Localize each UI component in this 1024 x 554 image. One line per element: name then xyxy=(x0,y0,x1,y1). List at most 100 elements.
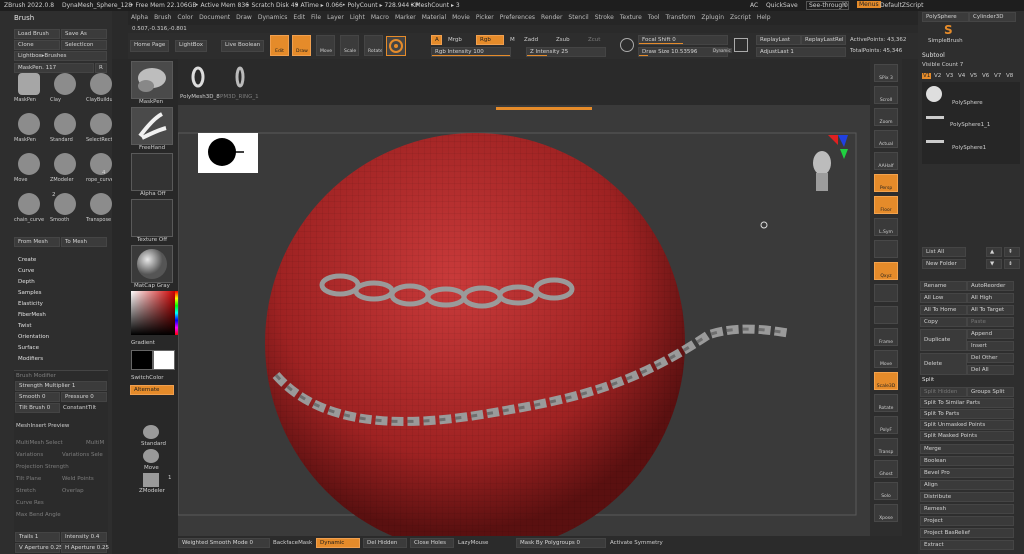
brush-move-icon[interactable] xyxy=(18,153,40,175)
rename-button[interactable]: Rename xyxy=(920,281,967,291)
view-ghost-icon[interactable]: Ghost xyxy=(874,460,898,478)
view-actual-icon[interactable]: Actual xyxy=(874,130,898,148)
multimesh-select[interactable]: MultiMesh Select xyxy=(16,440,63,446)
move-button[interactable]: Move xyxy=(316,35,335,56)
version-tab-v6[interactable]: V6 xyxy=(982,73,989,79)
subtool-section-title[interactable]: Subtool xyxy=(922,52,945,59)
stretch-toggle[interactable]: Stretch xyxy=(16,488,36,494)
move-brush-icon[interactable] xyxy=(143,449,159,463)
primary-color-swatch[interactable] xyxy=(131,350,153,370)
meshinsert-preview-button[interactable]: MeshInsert Preview xyxy=(16,423,69,429)
switch-color-button[interactable]: SwitchColor xyxy=(131,375,164,381)
version-tab-v8[interactable]: V8 xyxy=(1006,73,1013,79)
brush-claybuildup-icon[interactable] xyxy=(90,73,112,95)
section-fibermesh[interactable]: FiberMesh xyxy=(18,312,46,318)
scale-button[interactable]: Scale xyxy=(340,35,359,56)
brush-zmodeler-icon[interactable] xyxy=(54,153,76,175)
smooth-slider[interactable]: Smooth 0 xyxy=(15,392,60,402)
project-basrelief-button[interactable]: Project BasRelief xyxy=(920,528,1014,538)
view-scroll-icon[interactable]: Scroll xyxy=(874,86,898,104)
all-to-home-button[interactable]: All To Home xyxy=(920,305,967,315)
view-persp-icon[interactable]: Persp xyxy=(874,174,898,192)
align-button[interactable]: Align xyxy=(920,480,1014,490)
section-create[interactable]: Create xyxy=(18,257,36,263)
projection-strength-slider[interactable]: Projection Strength xyxy=(16,464,69,470)
split-similar-button[interactable]: Split To Similar Parts xyxy=(920,398,1014,408)
lightbox-brushes-button[interactable]: Lightbox▸Brushes xyxy=(14,51,107,61)
constant-tilt-toggle[interactable]: ConstantTilt xyxy=(63,405,96,411)
live-boolean-button[interactable]: Live Boolean xyxy=(221,40,265,52)
view-polyf-icon[interactable]: PolyF xyxy=(874,416,898,434)
groups-split-button[interactable]: Groups Split xyxy=(967,387,1014,397)
intensity-slider[interactable]: Intensity 0.4 xyxy=(61,532,107,542)
append-button[interactable]: Append xyxy=(967,329,1014,339)
texture-thumb[interactable] xyxy=(131,199,173,237)
menu-stroke[interactable]: Stroke xyxy=(595,14,614,21)
view-l-sym-icon[interactable]: L.Sym xyxy=(874,218,898,236)
rgb-intensity-slider[interactable]: Rgb Intensity 100 xyxy=(431,47,511,57)
load-brush-button[interactable]: Load Brush xyxy=(14,29,60,39)
section-samples[interactable]: Samples xyxy=(18,290,42,296)
brush-maskpen-icon[interactable] xyxy=(18,113,40,135)
zcut-toggle[interactable]: Zcut xyxy=(588,37,600,43)
menus-button[interactable]: Menus xyxy=(857,1,881,8)
alpha-thumb[interactable] xyxy=(131,153,173,191)
brush-selectrect-icon[interactable] xyxy=(90,113,112,135)
menu-stencil[interactable]: Stencil xyxy=(568,14,588,21)
menu-marker[interactable]: Marker xyxy=(395,14,416,21)
dynamic-toggle[interactable]: Dynamic xyxy=(712,48,732,53)
view-floor-icon[interactable]: Floor xyxy=(874,196,898,214)
menu-zplugin[interactable]: Zplugin xyxy=(701,14,724,21)
lightbox-button[interactable]: LightBox xyxy=(175,40,207,52)
move-down-double-icon[interactable]: ⇟ xyxy=(1004,259,1020,269)
pressure-slider[interactable]: Pressure 0 xyxy=(61,392,107,402)
focal-shift-slider[interactable]: Focal Shift 0 xyxy=(638,35,728,45)
variations-select[interactable]: Variations Sele xyxy=(62,452,103,458)
edit-button[interactable]: Edit xyxy=(270,35,289,56)
brush-rope-curve-v1-icon[interactable] xyxy=(90,153,112,175)
copy-button[interactable]: Copy xyxy=(920,317,967,327)
menu-layer[interactable]: Layer xyxy=(327,14,344,21)
simplebrush-icon[interactable]: S xyxy=(944,23,958,37)
split-section-title[interactable]: Split xyxy=(922,377,934,383)
paste-button[interactable]: Paste xyxy=(967,317,1014,327)
ring-thumb-2[interactable] xyxy=(232,65,248,89)
select-icon-button[interactable]: SelectIcon xyxy=(61,40,107,50)
color-picker[interactable] xyxy=(131,291,181,335)
version-tab-v1[interactable]: V1 xyxy=(922,73,932,79)
view-button-11-icon[interactable] xyxy=(874,306,898,324)
zadd-toggle[interactable]: Zadd xyxy=(524,37,538,43)
clone-button[interactable]: Clone xyxy=(14,40,60,50)
see-through-slider[interactable]: See-through xyxy=(806,1,849,10)
version-tab-v7[interactable]: V7 xyxy=(994,73,1001,79)
menu-macro[interactable]: Macro xyxy=(371,14,389,21)
remesh-button[interactable]: Remesh xyxy=(920,504,1014,514)
version-tab-v3[interactable]: V3 xyxy=(946,73,953,79)
replay-last-button[interactable]: ReplayLast xyxy=(756,35,801,45)
view-button-8-icon[interactable] xyxy=(874,240,898,258)
mrgb-toggle[interactable]: Mrgb xyxy=(448,37,462,43)
zmodeler-brush-icon[interactable] xyxy=(143,473,159,487)
merge-button[interactable]: Merge xyxy=(920,444,1014,454)
r-button[interactable]: R xyxy=(95,63,107,73)
menu-movie[interactable]: Movie xyxy=(452,14,470,21)
version-tab-v4[interactable]: V4 xyxy=(958,73,965,79)
alternate-button[interactable]: Alternate xyxy=(130,385,174,395)
variations-slider[interactable]: Variations xyxy=(16,452,43,458)
move-up-double-icon[interactable]: ⇞ xyxy=(1004,247,1020,257)
version-tab-v2[interactable]: V2 xyxy=(934,73,941,79)
view-zoom-icon[interactable]: Zoom xyxy=(874,108,898,126)
menu-color[interactable]: Color xyxy=(177,14,193,21)
v-aperture-slider[interactable]: V Aperture 0.25 xyxy=(15,543,63,553)
view-rotate-icon[interactable]: Rotate xyxy=(874,394,898,412)
menu-light[interactable]: Light xyxy=(350,14,365,21)
duplicate-button[interactable]: Duplicate xyxy=(920,329,967,351)
gizmo-icon[interactable] xyxy=(386,36,406,56)
close-holes-button[interactable]: Close Holes xyxy=(410,538,454,548)
menu-preferences[interactable]: Preferences xyxy=(500,14,535,21)
dynamic-button[interactable]: Dynamic xyxy=(316,538,360,548)
section-surface[interactable]: Surface xyxy=(18,345,39,351)
overlap-toggle[interactable]: Overlap xyxy=(62,488,84,494)
h-aperture-slider[interactable]: H Aperture 0.25 xyxy=(61,543,109,553)
del-other-button[interactable]: Del Other xyxy=(967,353,1014,363)
